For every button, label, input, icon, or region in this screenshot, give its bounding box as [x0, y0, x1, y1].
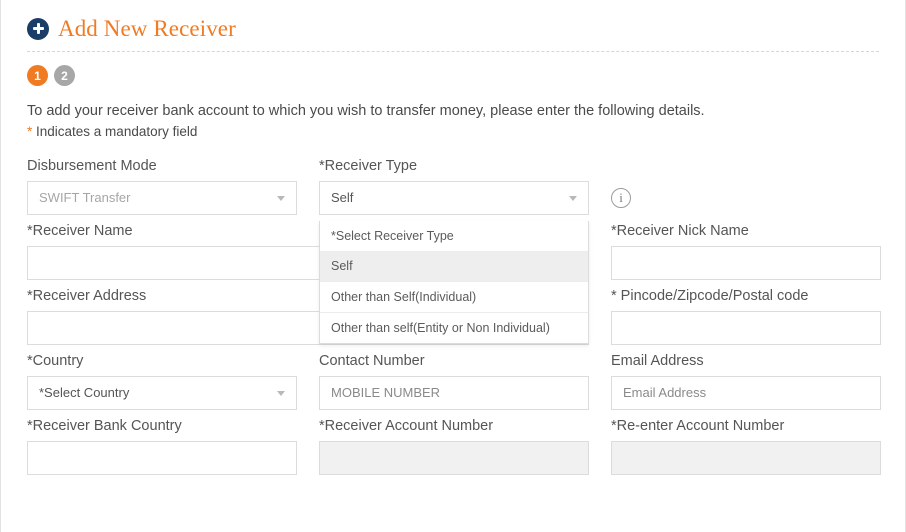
pincode-input[interactable] [611, 311, 881, 345]
email-address-input[interactable] [611, 376, 881, 410]
receiver-account-number-input[interactable] [319, 441, 589, 475]
mandatory-note-text: Indicates a mandatory field [32, 124, 197, 139]
label-receiver-bank-country: *Receiver Bank Country [27, 418, 297, 434]
label-pincode: * Pincode/Zipcode/Postal code [611, 288, 881, 304]
label-email-address: Email Address [611, 353, 881, 369]
disbursement-mode-value: SWIFT Transfer [39, 190, 131, 205]
step-1[interactable]: 1 [27, 65, 48, 86]
dropdown-option-select-receiver-type[interactable]: *Select Receiver Type [320, 221, 588, 252]
label-receiver-type: *Receiver Type [319, 158, 589, 174]
mandatory-note: * Indicates a mandatory field [27, 122, 879, 142]
field-receiver-bank-country: *Receiver Bank Country [27, 418, 297, 475]
disbursement-mode-select[interactable]: SWIFT Transfer [27, 181, 297, 215]
field-contact-number: Contact Number [319, 353, 589, 410]
contact-number-input[interactable] [319, 376, 589, 410]
country-select[interactable]: *Select Country [27, 376, 297, 410]
receiver-type-value: Self [331, 190, 353, 205]
label-country: *Country [27, 353, 297, 369]
receiver-type-select[interactable]: Self [319, 181, 589, 215]
page-title: Add New Receiver [58, 17, 236, 40]
form-row-4: *Country *Select Country Contact Number … [27, 353, 879, 410]
receiver-nick-name-input[interactable] [611, 246, 881, 280]
field-receiver-type: *Receiver Type Self [319, 158, 589, 215]
dropdown-option-other-than-self-individual[interactable]: Other than Self(Individual) [320, 282, 588, 313]
form-row-1: Disbursement Mode SWIFT Transfer *Receiv… [27, 158, 879, 215]
field-country: *Country *Select Country [27, 353, 297, 410]
chevron-down-icon [277, 391, 285, 396]
field-disbursement-mode: Disbursement Mode SWIFT Transfer [27, 158, 297, 215]
info-circle-icon[interactable]: i [611, 188, 631, 208]
label-contact-number: Contact Number [319, 353, 589, 369]
chevron-down-icon [569, 196, 577, 201]
dropdown-option-self[interactable]: Self [320, 252, 588, 283]
receiver-type-dropdown-menu: *Select Receiver Type Self Other than Se… [319, 221, 589, 344]
field-email-address: Email Address [611, 353, 881, 410]
reenter-account-number-input[interactable] [611, 441, 881, 475]
field-receiver-account-number: *Receiver Account Number [319, 418, 589, 475]
intro-block: To add your receiver bank account to whi… [1, 86, 905, 142]
intro-text: To add your receiver bank account to whi… [27, 101, 879, 122]
step-2[interactable]: 2 [54, 65, 75, 86]
plus-circle-icon [27, 18, 49, 40]
receiver-bank-country-select[interactable] [27, 441, 297, 475]
country-value: *Select Country [39, 385, 129, 400]
dropdown-option-other-than-self-entity[interactable]: Other than self(Entity or Non Individual… [320, 313, 588, 344]
field-pincode: * Pincode/Zipcode/Postal code [611, 288, 881, 345]
page-header: Add New Receiver [1, 0, 905, 44]
field-reenter-account-number: *Re-enter Account Number [611, 418, 881, 475]
receiver-type-info: i [611, 158, 671, 215]
label-receiver-nick-name: *Receiver Nick Name [611, 223, 881, 239]
step-indicator: 1 2 [1, 52, 905, 86]
label-reenter-account-number: *Re-enter Account Number [611, 418, 881, 434]
chevron-down-icon [277, 196, 285, 201]
label-receiver-account-number: *Receiver Account Number [319, 418, 589, 434]
add-receiver-page: Add New Receiver 1 2 To add your receive… [0, 0, 906, 532]
label-disbursement-mode: Disbursement Mode [27, 158, 297, 174]
field-receiver-nick-name: *Receiver Nick Name [611, 223, 881, 280]
form-row-5: *Receiver Bank Country *Receiver Account… [27, 418, 879, 475]
